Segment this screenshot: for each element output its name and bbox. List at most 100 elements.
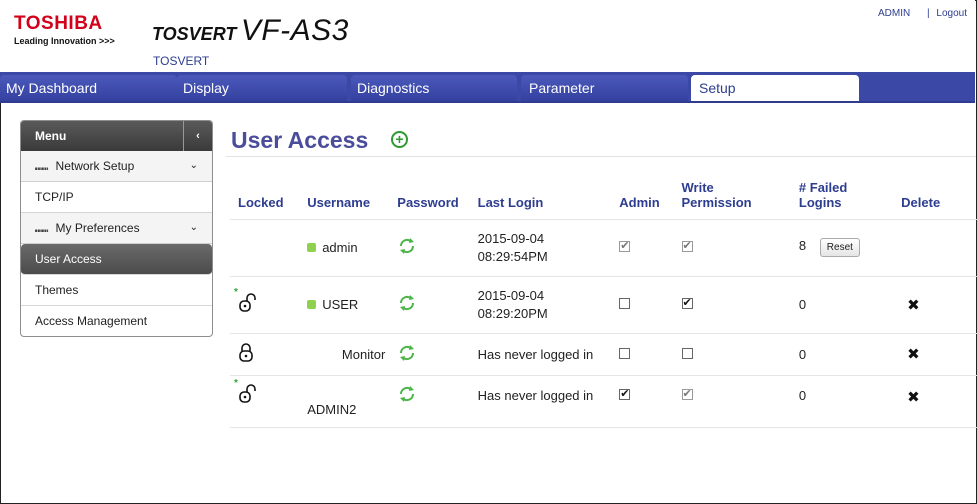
col-failed-line1: # Failed [798, 179, 848, 195]
table-header-row: Locked Username Password Last Login Admi… [230, 176, 977, 220]
sidebar-item-user-access[interactable]: User Access [21, 244, 212, 275]
failed-logins-cell: 0 [798, 276, 902, 334]
collapse-icon[interactable]: ‹ [183, 121, 212, 151]
locked-cell: * [230, 276, 308, 334]
page-title: User Access [231, 127, 369, 153]
sidebar-item-tcp-ip[interactable]: TCP/IP [21, 182, 212, 213]
delete-cell: ✖ [901, 276, 977, 334]
sidebar-group-label: Network Setup [55, 159, 135, 173]
link-separator: | [927, 8, 930, 19]
col-username: Username [307, 176, 398, 220]
last-login-date: 2015-09-04 [477, 288, 545, 303]
delete-icon[interactable]: ✖ [907, 346, 920, 363]
col-failed-line2: Logins [798, 194, 842, 210]
write-cell [681, 375, 799, 428]
tab-diagnostics[interactable]: Diagnostics [351, 75, 517, 101]
open-padlock-icon [239, 383, 256, 403]
col-failed-logins: # Failed Logins [798, 176, 902, 220]
last-login-cell: 2015-09-04 08:29:54PM [477, 219, 620, 277]
product-subtitle: TOSVERT [153, 54, 210, 68]
failed-logins-cell: 0 [798, 333, 902, 376]
toshiba-logo: TOSHIBA Leading Innovation >>> [14, 14, 115, 47]
network-icon: ⑉⑉ [35, 161, 49, 173]
refresh-password-icon[interactable] [397, 236, 417, 256]
delete-cell: ✖ [901, 333, 977, 376]
tab-my-dashboard[interactable]: My Dashboard [0, 75, 177, 101]
table-row: admin 2015-09-04 08:29:54PM 8 Reset [230, 219, 977, 277]
add-user-icon[interactable]: + [391, 131, 408, 148]
preferences-icon: ⑉⑉ [35, 223, 49, 235]
unlocked-icon[interactable]: * [234, 378, 256, 407]
write-cell [681, 276, 799, 334]
logo-tagline: Leading Innovation >>> [14, 36, 115, 46]
col-admin: Admin [619, 176, 682, 220]
admin-checkbox[interactable] [619, 387, 631, 400]
username-wrap: admin [307, 240, 397, 255]
logout-link[interactable]: Logout [936, 8, 967, 19]
password-cell [397, 276, 478, 334]
sidebar-group-network-setup[interactable]: ⑉⑉ Network Setup ⌄ [21, 151, 212, 182]
last-login-date: 2015-09-04 [477, 231, 545, 246]
sidebar-item-access-management[interactable]: Access Management [21, 306, 212, 336]
password-cell [397, 333, 478, 376]
col-delete: Delete [901, 176, 977, 220]
username-wrap: USER [307, 297, 397, 312]
write-permission-checkbox[interactable] [681, 347, 693, 359]
admin-cell [619, 276, 682, 334]
admin-link[interactable]: ADMIN [878, 8, 910, 19]
delete-icon[interactable]: ✖ [907, 389, 920, 406]
title-divider [226, 156, 976, 157]
sidebar-header: Menu ‹ [21, 121, 212, 151]
product-model: VF-AS3 [240, 14, 349, 47]
failed-count: 0 [798, 297, 807, 312]
sidebar-title: Menu [35, 129, 67, 143]
reset-button[interactable]: Reset [819, 238, 860, 257]
sidebar-item-themes[interactable]: Themes [21, 275, 212, 306]
unlocked-icon[interactable]: * [234, 287, 256, 316]
refresh-password-icon[interactable] [397, 293, 417, 313]
failed-count: 8 [798, 238, 807, 253]
last-login-cell: Has never logged in [477, 375, 620, 428]
sidebar-group-label: My Preferences [55, 221, 140, 235]
tab-parameter[interactable]: Parameter [521, 75, 688, 101]
product-title: TOSVERT VF-AS3 [152, 14, 349, 48]
locked-cell: * [230, 375, 308, 428]
col-write-line1: Write [681, 179, 714, 195]
logo-name: TOSHIBA [14, 13, 103, 34]
last-login-cell: 2015-09-04 08:29:20PM [477, 276, 620, 334]
locked-cell-empty [230, 219, 308, 277]
username-text: USER [322, 297, 359, 312]
admin-cell [619, 375, 682, 428]
sidebar-menu: Menu ‹ ⑉⑉ Network Setup ⌄ TCP/IP ⑉⑉ My P… [20, 120, 213, 337]
delete-icon[interactable]: ✖ [907, 297, 920, 314]
write-cell [681, 333, 799, 376]
online-status-icon [307, 243, 317, 252]
col-last-login: Last Login [477, 176, 620, 220]
sidebar-group-my-preferences[interactable]: ⑉⑉ My Preferences ⌄ [21, 213, 212, 244]
tab-setup[interactable]: Setup [691, 75, 859, 101]
username-text: Monitor [341, 346, 386, 362]
write-permission-checkbox [681, 239, 693, 252]
last-login-cell: Has never logged in [477, 333, 620, 376]
write-cell [681, 219, 799, 277]
open-padlock-icon [239, 293, 256, 312]
col-locked: Locked [230, 176, 308, 220]
admin-checkbox[interactable] [619, 347, 631, 359]
admin-checkbox [619, 239, 631, 252]
table-row: * ADMIN2 Has never logged in ✔ ✔ 0 ✖ [230, 375, 977, 428]
refresh-password-icon[interactable] [397, 343, 417, 363]
write-permission-checkbox[interactable] [681, 296, 693, 309]
online-status-icon [307, 300, 317, 309]
delete-cell: ✖ [901, 375, 977, 428]
refresh-password-icon[interactable] [397, 384, 417, 404]
locked-padlock-icon[interactable] [238, 342, 254, 363]
new-star-icon: * [234, 377, 238, 389]
admin-cell [619, 333, 682, 376]
failed-count: 0 [798, 387, 807, 403]
admin-checkbox[interactable] [619, 298, 631, 309]
tab-display[interactable]: Display [177, 75, 347, 101]
username-cell: Monitor [307, 333, 398, 376]
user-table: Locked Username Password Last Login Admi… [230, 176, 977, 428]
header: TOSHIBA Leading Innovation >>> TOSVERT V… [0, 0, 975, 72]
user-links: ADMIN | Logout [878, 8, 967, 19]
